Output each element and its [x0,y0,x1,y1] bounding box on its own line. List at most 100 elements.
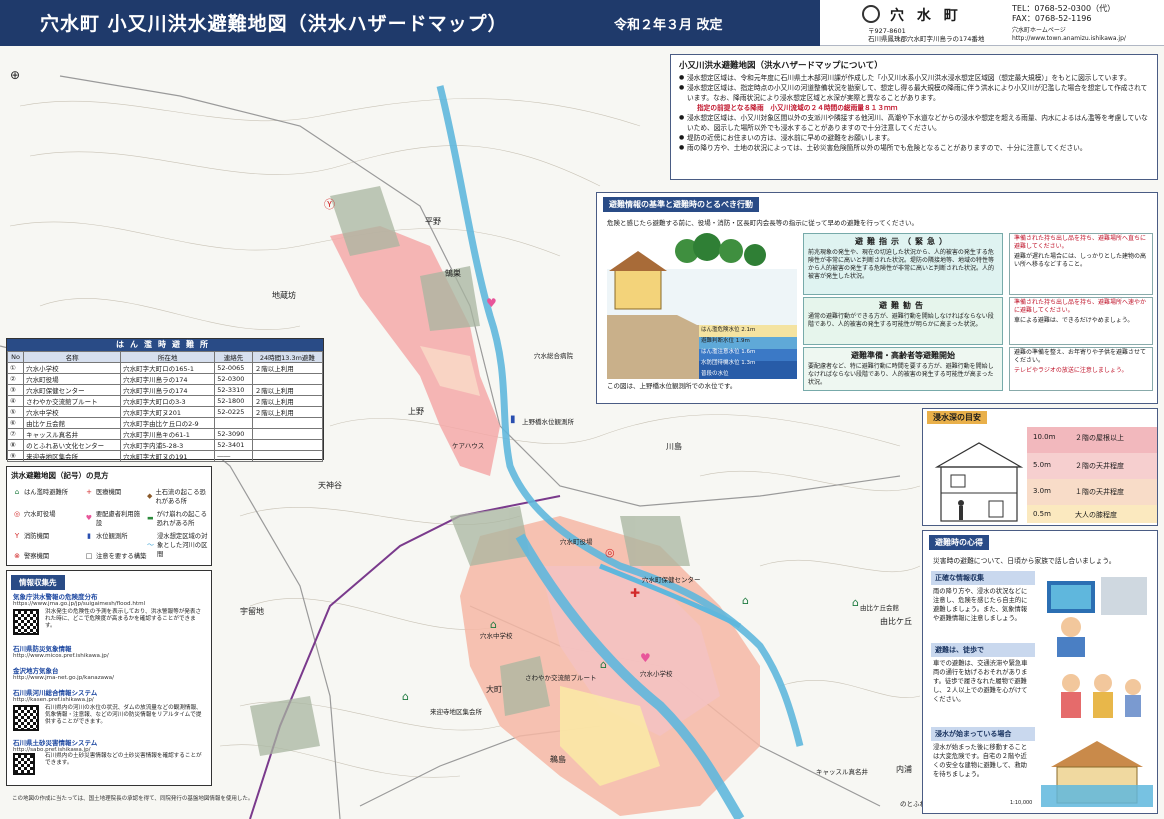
page-title: 穴水町 小又川洪水避難地図（洪水ハザードマップ） [40,13,508,35]
legend-title: 洪水避難地図（記号）の見方 [11,471,109,480]
table-header-row: No 名称 所在地 連絡先 24時間13.3m避難 [6,351,324,363]
legend-item: ▮ 水位観測所 [85,531,127,541]
info-title: 情報収集先 [11,575,65,590]
map-label-elementary[interactable]: 穴水小学校 [640,668,673,678]
info-url[interactable]: http://www.micos.pref.ishikawa.jp/ [13,653,209,659]
cell: 来迎寺地区集会所 [23,450,122,462]
info-name[interactable]: 金沢地方気象台 [13,665,209,675]
map-label-raigoji[interactable]: 来迎寺地区集会所 [430,706,482,716]
legend-label: 消防機関 [24,533,50,540]
town-emblem-icon [862,5,880,23]
level-title: 避難勧告 [879,301,927,310]
legend-item: ▬ がけ崩れの起こる恐れがある所 [147,509,211,527]
map-label-care-house[interactable]: ケアハウス [452,440,484,450]
tips-illustrations [1041,577,1153,807]
info-name[interactable]: 石川県土砂災害情報システム [13,737,209,747]
action-emergency: 準備された持ち出し品を持ち、避難場所へ直ちに避難してください。 避難が遅れた場合… [1009,233,1153,295]
cell: 穴水町役場 [23,373,122,385]
shelter-icon[interactable]: ⌂ [742,594,749,607]
cell: 穴水町保健センター [23,384,122,396]
about-panel: 小又川洪水避難地図（洪水ハザードマップについて） 浸水想定区域は、令和元年度に石… [670,54,1158,180]
shelter-icon[interactable]: ⌂ [852,596,859,609]
place-uchiura: 内浦 [896,765,912,774]
map-legend: 洪水避難地図（記号）の見方 ⌂ はん濫時避難所 + 医療機関 ◆ 土石流の起こる恐れが… [6,466,212,566]
qr-code-icon[interactable] [13,609,39,635]
table-row: ① 穴水小学校 穴水町字大町ロの165-1 52-0065 ２階以上利用 [6,362,324,374]
about-title: 小又川洪水避難地図（洪水ハザードマップについて） [679,61,883,71]
shelter-table: No 名称 所在地 連絡先 24時間13.3m避難 ① 穴水小学校 穴水町字大町ロの… [6,351,324,462]
town-hall-icon: ◎ [13,509,21,518]
cell: 穴水町字大町ヌの191 [120,450,216,462]
info-entry[interactable]: 石川県河川総合情報システム http://kasen.pref.ishikawa… [13,687,209,737]
river-icon: 〜 [147,540,154,549]
town-name: 穴 水 町 [890,8,962,24]
cell: ② [6,373,25,385]
cliff-icon: ▬ [147,514,154,522]
map-label-town-hall[interactable]: 穴水町役場 [560,536,593,546]
map-label-health-center[interactable]: 穴水町保健センター [642,574,701,584]
cell: 穴水町字川島ラの174 [120,384,216,396]
legend-item: ◎ 穴水町役場 [13,509,56,519]
map-label-ueno-gauge[interactable]: 上野橋水位観測所 [522,416,574,426]
medical-icon[interactable]: ✚ [630,586,640,600]
cell: 穴水町字内浦5-28-3 [120,439,216,451]
care-facility-icon[interactable]: ♥ [640,651,651,665]
action-note: テレビやラジオの放送に注意しましょう。 [1014,367,1128,374]
info-name[interactable]: 石川県防災気象情報 [13,643,209,653]
shelter-icon[interactable]: ⌂ [402,690,409,703]
cell: ③ [6,384,25,396]
town-address-line: 石川県鳳珠郡穴水町字川島ラの174番地 [868,35,985,43]
col-contact: 連絡先 [214,351,253,363]
map-label-castle-manai[interactable]: キャッスル真名井 [816,766,868,776]
cell: さわやか交流館プルート [23,395,122,407]
info-entry[interactable]: 金沢地方気象台 http://www.jma-net.go.jp/kanazaw… [13,665,209,681]
legend-item: ◆ 土石流の起こる恐れがある所 [147,487,211,505]
map-label-yuigaoka-hall[interactable]: 由比ケ丘会館 [860,602,899,612]
gauge-label: はん濫注意水位 1.6m [701,349,756,355]
revision-date: 令和２年３月 改定 [614,18,723,33]
fire-station-icon[interactable]: Ⓨ [324,196,335,212]
shelter-icon[interactable]: ⌂ [490,618,497,631]
tip-walk: 避難は、徒歩で 車での避難は、交通渋滞や緊急車両の通行を妨げるおそれがあります。… [931,643,1035,706]
gauge-label: 避難判断水位 1.9m [701,338,750,344]
cell: 由比ケ丘会館 [23,417,122,429]
map-label-junior-high[interactable]: 穴水中学校 [480,630,513,640]
legend-item: ⌂ はん濫時避難所 [13,487,68,497]
tip-title: 避難は、徒歩で [931,643,1035,657]
town-hall-icon[interactable]: ◎ [605,546,615,559]
map-label-pluto[interactable]: さわやか交流館プルート [525,672,597,682]
care-facility-icon[interactable]: ♥ [486,296,497,310]
info-entry[interactable]: 気象庁洪水警報の危険度分布 https://www.jma.go.jp/jp/s… [13,591,209,641]
water-gauge-icon[interactable]: ▮ [510,414,516,425]
qr-code-icon[interactable] [13,705,39,731]
place-kounosu: 鵠巣 [445,269,461,278]
level-desc: 前兆現象の発生や、現在の切迫した状況から、人的被害の発生する危険性が非常に高いと… [808,249,995,280]
cell: 穴水町字大町ロの3-3 [120,395,216,407]
info-url[interactable]: https://www.jma.go.jp/jp/suigaimesh/floo… [13,601,209,607]
shelter-icon[interactable]: ⌂ [600,658,607,671]
depth-title: 浸水深の目安 [927,411,987,424]
caution-building-icon: □ [85,551,93,560]
gauge-labels: はん濫危険水位 2.1m 避難判断水位 1.9m はん濫注意水位 1.6m 水防… [701,325,781,380]
legend-label: 浸水想定区域の対象とした河川の区間 [157,533,208,558]
tip-text: 車での避難は、交通渋滞や緊急車両の通行を妨げるおそれがあります。徒歩で履きなれた… [933,660,1028,703]
place-ushima: 鵜島 [550,755,566,764]
info-entry[interactable]: 石川県防災気象情報 http://www.micos.pref.ishikawa… [13,643,209,659]
map-label-hospital[interactable]: 穴水総合病院 [534,350,573,360]
info-url[interactable]: http://kasen.pref.ishikawa.jp/ [13,697,209,703]
qr-code-icon[interactable] [13,753,35,775]
shelter-icon: ⌂ [14,487,20,496]
info-entry[interactable]: 石川県土砂災害情報システム http://sabo.pref.ishikawa.… [13,737,209,785]
table-row: ③ 穴水町保健センター 穴水町字川島ラの174 52-3310 ２階以上利用 [6,384,324,396]
info-url[interactable]: http://www.jma-net.go.jp/kanazawa/ [13,675,209,681]
cell: 52-3090 [214,428,253,440]
info-name[interactable]: 石川県河川総合情報システム [13,687,209,697]
info-name[interactable]: 気象庁洪水警報の危険度分布 [13,591,209,601]
place-uruchi: 宇留地 [240,607,264,616]
tip-text: 雨の降り方や、浸水の状況などに注意し、危険を感じたら自主的に避難しましょう。また… [933,588,1028,622]
legend-label: 警察機関 [24,553,50,560]
town-hp-url[interactable]: http://www.town.anamizu.ishikawa.jp/ [1012,35,1126,43]
legend-item: Y 消防機関 [13,531,50,541]
level-prepare: 避難準備・高齢者等避難開始 要配慮者など、特に避難行動に時間を要する方が、避難行… [803,347,1003,391]
cell: 52-1800 [214,395,253,407]
